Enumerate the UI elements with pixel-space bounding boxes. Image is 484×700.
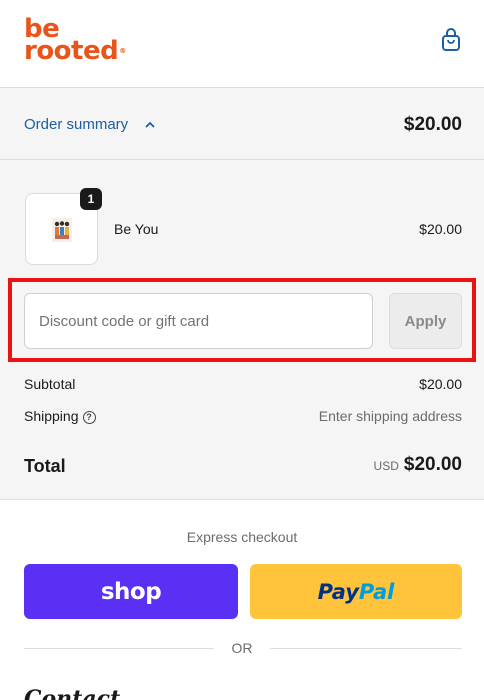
order-summary-total: $20.00 (403, 114, 462, 135)
logo-line-2: rooted® (24, 38, 126, 64)
store-logo[interactable]: be rooted® (24, 16, 126, 64)
discount-code-input[interactable] (24, 293, 373, 349)
product-image (52, 218, 72, 242)
total-amount: $20.00 (403, 454, 462, 475)
logo-line-2-text: rooted (24, 36, 119, 66)
product-price: $20.00 (419, 221, 462, 237)
shipping-row: Shipping? (24, 408, 96, 424)
total-value-group: USD $20.00 (374, 454, 462, 476)
checkout-header: be rooted® (0, 0, 484, 88)
order-summary-label: Order summary (24, 116, 129, 133)
total-label: Total (24, 456, 66, 476)
question-circle-icon[interactable]: ? (82, 410, 96, 424)
shopping-bag-icon[interactable] (441, 28, 461, 52)
divider-right (270, 648, 462, 649)
subtotal-value: $20.00 (419, 376, 462, 392)
logo-registered-mark: ® (119, 47, 126, 55)
paypal-button[interactable]: PayPal (250, 564, 462, 619)
apply-discount-button[interactable]: Apply (389, 293, 462, 349)
paypal-logo-pal: Pal (358, 579, 395, 604)
subtotal-label: Subtotal (24, 376, 76, 392)
contact-heading: Contact (24, 686, 121, 700)
chevron-up-icon (145, 121, 155, 128)
order-summary-panel: Order summary $20.00 1 Be You $20.00 App… (0, 88, 484, 500)
shop-pay-button[interactable]: shop (24, 564, 238, 619)
express-checkout-title: Express checkout (186, 529, 298, 545)
paypal-logo-pay: Pay (317, 579, 359, 604)
product-name: Be You (114, 221, 159, 237)
total-currency: USD (373, 459, 399, 473)
shipping-label: Shipping (24, 408, 79, 424)
quantity-badge: 1 (80, 188, 102, 210)
order-summary-toggle[interactable]: Order summary $20.00 (0, 88, 484, 160)
shipping-value: Enter shipping address (318, 408, 462, 424)
